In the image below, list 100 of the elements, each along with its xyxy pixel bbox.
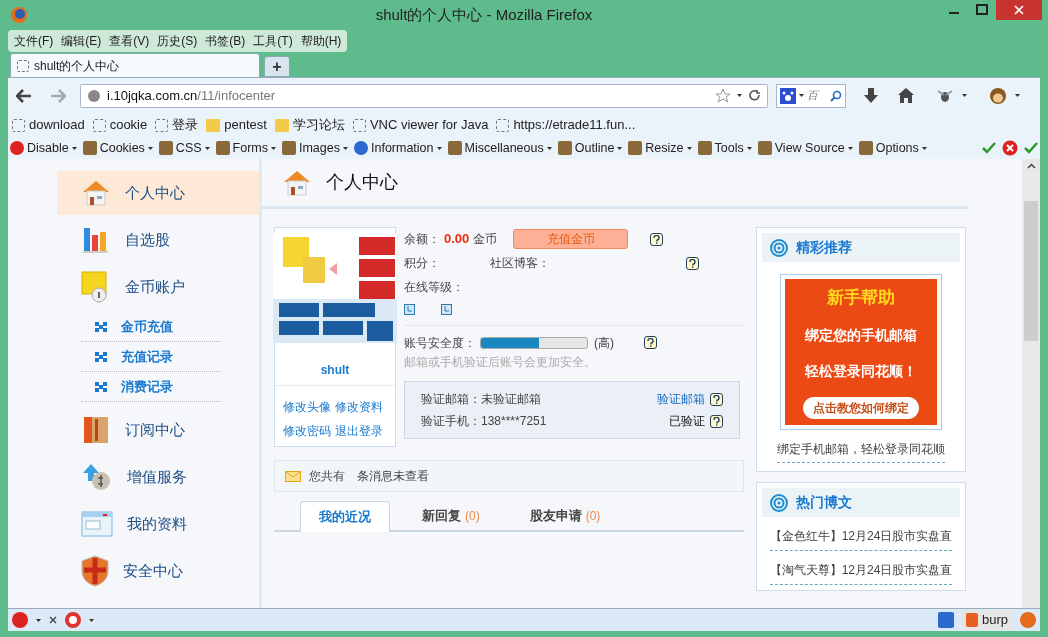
back-arrow-icon[interactable] <box>16 88 32 103</box>
new-tab-button[interactable]: + <box>264 56 290 77</box>
toolbar-menu-button[interactable]: Information <box>354 138 442 158</box>
feed-tab[interactable]: 新回复 (0) <box>404 501 498 530</box>
close-icon[interactable] <box>49 616 57 624</box>
close-icon <box>1014 5 1024 15</box>
menu-item[interactable]: 查看(V) <box>105 30 154 52</box>
verify-link[interactable]: 验证邮箱 <box>657 390 705 408</box>
page-icon <box>352 118 366 132</box>
toolbar-menu-button[interactable]: Cookies <box>82 138 153 158</box>
help-icon[interactable] <box>710 392 723 406</box>
sidebar-item[interactable]: 个人中心 <box>57 171 259 215</box>
scroll-up-icon[interactable] <box>1026 163 1036 169</box>
bookmark-item[interactable]: pentest <box>206 115 267 135</box>
caret-icon <box>686 146 692 150</box>
toolbar-menu-button[interactable]: Disable <box>10 138 77 158</box>
toolbar-menu-button[interactable]: Outline <box>557 138 623 158</box>
address-bar[interactable]: i.10jqka.com.cn/11/infocenter <box>80 83 768 108</box>
scrollbar[interactable] <box>1022 159 1040 608</box>
toolbar-menu-button[interactable]: CSS <box>158 138 210 158</box>
profile-link[interactable]: 修改头像 <box>283 398 335 416</box>
folder-icon <box>206 118 221 132</box>
panel-header: 精彩推荐 <box>762 233 960 262</box>
banner-button[interactable]: 点击教您如何绑定 <box>803 397 919 419</box>
sidebar-item[interactable]: 增值服务 <box>57 455 259 499</box>
level-label: 在线等级： <box>404 279 464 296</box>
home-icon[interactable] <box>898 88 914 103</box>
sidebar-item[interactable]: 自选股 <box>57 218 259 262</box>
profile-link[interactable]: 退出登录 <box>335 422 387 440</box>
sidebar-item[interactable]: 金币账户 <box>57 265 259 309</box>
toolbar-menu-button[interactable]: Forms <box>215 138 276 158</box>
bug-icon[interactable] <box>936 88 954 103</box>
error-icon[interactable] <box>1002 140 1018 156</box>
bookmark-item[interactable]: VNC viewer for Java <box>352 115 489 135</box>
browser-tab[interactable]: shult的个人中心 <box>10 53 260 77</box>
panel-header: 热门博文 <box>762 488 960 517</box>
caret-icon <box>746 146 752 150</box>
menu-item[interactable]: 编辑(E) <box>57 30 106 52</box>
help-icon[interactable] <box>644 336 657 349</box>
search-field[interactable]: 百 <box>776 83 846 108</box>
target-icon <box>770 238 788 257</box>
checker-icon <box>95 381 107 392</box>
sidebar-subitem[interactable]: 消费记录 <box>81 372 221 402</box>
toolbar-menu-button[interactable]: Images <box>282 138 348 158</box>
caret-icon <box>271 146 276 150</box>
menu-item[interactable]: 历史(S) <box>153 30 202 52</box>
caret-icon <box>1015 94 1020 97</box>
money-bag-icon <box>81 462 113 492</box>
toolbar-menu-button[interactable]: View Source <box>757 138 853 158</box>
sidebar-subitem[interactable]: 金币充值 <box>81 312 221 342</box>
help-icon[interactable] <box>650 232 664 246</box>
security-label: 账号安全度： <box>404 334 476 352</box>
hot-post-link[interactable]: 【金色红牛】12月24日股市实盘直 <box>769 527 953 551</box>
hot-post-link[interactable]: 【淘气天尊】12月24日股市实盘直 <box>769 561 953 585</box>
toolbar-menu-button[interactable]: Tools <box>697 138 752 158</box>
check-icon[interactable] <box>982 142 996 154</box>
burp-toggle[interactable]: burp <box>961 610 1012 630</box>
sidebar-item[interactable]: 订阅中心 <box>57 408 259 452</box>
menu-item[interactable]: 工具(T) <box>249 30 297 52</box>
banner-text: 轻松登录同花顺！ <box>805 362 917 382</box>
star-icon[interactable] <box>715 88 731 103</box>
sidebar-subitem[interactable]: 充值记录 <box>81 342 221 372</box>
menu-item[interactable]: 书签(B) <box>201 30 250 52</box>
menu-item[interactable]: 文件(F) <box>10 30 58 52</box>
bookmark-item[interactable]: 学习论坛 <box>274 115 345 135</box>
folder-icon <box>274 118 289 132</box>
page-icon <box>92 118 106 132</box>
close-button[interactable] <box>996 0 1042 20</box>
bookmark-item[interactable]: https://etrade11.fun... <box>496 115 636 135</box>
page-title: 个人中心 <box>326 171 398 194</box>
scrollbar-thumb[interactable] <box>1024 201 1038 341</box>
lifebuoy-icon[interactable] <box>65 612 81 628</box>
page-icon <box>12 118 25 132</box>
window-title: shult的个人中心 - Mozilla Firefox <box>375 4 593 25</box>
toolbar-menu-button[interactable]: Options <box>858 138 927 158</box>
reload-icon[interactable] <box>748 89 761 102</box>
sidebar-item[interactable]: 安全中心 <box>57 549 259 593</box>
sidebar-item[interactable]: 我的资料 <box>57 502 259 546</box>
help-icon[interactable] <box>710 414 723 428</box>
profile-link[interactable]: 修改资料 <box>335 398 387 416</box>
profile-link[interactable]: 修改密码 <box>283 422 335 440</box>
caret-icon <box>343 146 348 150</box>
bookmark-item[interactable]: download <box>12 115 85 135</box>
menu-item[interactable]: 帮助(H) <box>296 30 346 52</box>
feed-tab[interactable]: 我的近况 <box>300 501 390 532</box>
shield-icon <box>81 555 109 587</box>
envelope-icon <box>285 470 301 482</box>
bookmark-item[interactable]: 登录 <box>155 115 199 135</box>
help-icon[interactable] <box>686 256 699 270</box>
bookmark-item[interactable]: cookie <box>92 115 148 135</box>
caret-icon <box>737 94 742 97</box>
monkey-icon[interactable] <box>989 86 1007 105</box>
caret-icon <box>799 94 804 97</box>
check-icon[interactable] <box>1024 142 1038 154</box>
toolbar-menu-button[interactable]: Resize <box>628 138 692 158</box>
feed-tab[interactable]: 股友申请 (0) <box>511 501 619 530</box>
banner-headline: 新手帮助 <box>827 287 895 309</box>
toolbar-menu-button[interactable]: Miscellaneous <box>447 138 552 158</box>
help-banner[interactable]: 新手帮助 绑定您的手机邮箱 轻松登录同花顺！ 点击教您如何绑定 <box>780 274 942 430</box>
download-icon[interactable] <box>864 87 878 104</box>
